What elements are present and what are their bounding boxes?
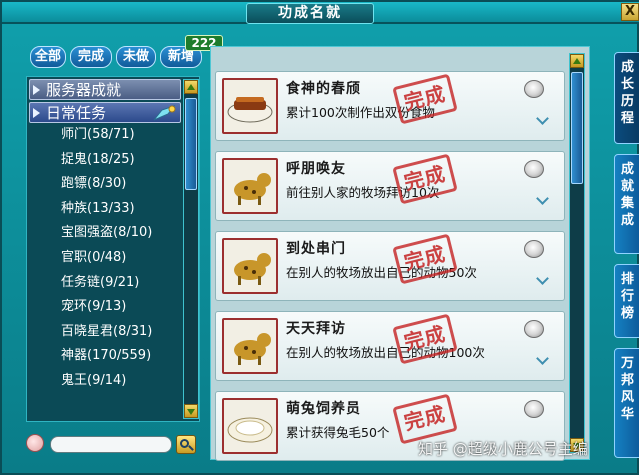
tab-world-showcase[interactable]: 万邦风华 [614,348,639,458]
tree-scrollbar[interactable] [183,79,199,419]
list-item[interactable]: 宝图强盗(8/10) [27,221,183,246]
completed-stamp: 完成 [392,153,458,205]
expand-chevron-icon[interactable] [538,114,548,124]
filter-all-button[interactable]: 全部 [30,46,66,68]
tab-leaderboard[interactable]: 排行榜 [614,264,639,338]
pearl-reward-icon[interactable] [524,320,544,338]
achievement-title: 呼朋唤友 [286,161,346,177]
list-item[interactable]: 任务链(9/21) [27,271,183,296]
completed-stamp: 完成 [392,73,458,125]
expand-chevron-icon[interactable] [538,194,548,204]
category-label: 服务器成就 [46,81,122,99]
peach-icon [26,434,44,452]
close-button[interactable]: X [621,3,639,21]
pearl-reward-icon[interactable] [524,240,544,258]
list-item[interactable]: 宠环(9/13) [27,295,183,320]
dog-pet-icon [222,238,278,294]
search-input[interactable] [50,436,172,453]
tab-growth-history[interactable]: 成长历程 [614,52,639,144]
scroll-down-button[interactable] [184,404,198,418]
list-item[interactable]: 跑镖(8/30) [27,172,183,197]
achievement-card[interactable]: 食神的春颀 累计100次制作出双份食物 完成 [215,71,565,141]
list-item[interactable]: 师门(58/71) [27,123,183,148]
dog-pet-icon [222,318,278,374]
pearl-reward-icon[interactable] [524,80,544,98]
achievement-card[interactable]: 到处串门 在别人的牧场放出自己的动物50次 完成 [215,231,565,301]
expand-chevron-icon[interactable] [538,274,548,284]
category-server-achievements[interactable]: 服务器成就 [29,79,181,100]
watermark-text: 知乎 @超级小鹿公号主编 [418,440,588,458]
category-tree: 服务器成就 日常任务 师门(58/71) 捉鬼(18/25) 跑镖(8/30) … [26,76,200,422]
category-daily-tasks[interactable]: 日常任务 [29,102,181,123]
list-scrollbar[interactable] [569,53,585,453]
pearl-reward-icon[interactable] [524,400,544,418]
category-label: 日常任务 [46,104,107,122]
achievement-title: 萌兔饲养员 [286,401,361,417]
list-item[interactable]: 官职(0/48) [27,246,183,271]
expand-chevron-icon[interactable] [538,354,548,364]
achievement-card[interactable]: 呼朋唤友 前往别人家的牧场拜访10次 完成 [215,151,565,221]
achievement-title: 食神的春颀 [286,81,361,97]
expand-arrow-icon [33,108,40,118]
list-item[interactable]: 种族(13/33) [27,197,183,222]
pearl-reward-icon[interactable] [524,160,544,178]
completed-stamp: 完成 [392,393,458,445]
tab-achievement-collection[interactable]: 成就集成 [614,154,639,254]
up-arrow-icon [573,58,581,64]
achievement-card[interactable]: 天天拜访 在别人的牧场放出自己的动物100次 完成 [215,311,565,381]
filter-undone-button[interactable]: 未做 [116,46,156,68]
rabbit-fur-icon [222,398,278,454]
title-bar: 功成名就 X [2,2,639,24]
dog-pet-icon [222,158,278,214]
expand-arrow-icon [33,85,40,95]
list-item[interactable]: 捉鬼(18/25) [27,148,183,173]
side-tabs: 成长历程 成就集成 排行榜 万邦风华 [614,26,639,475]
scroll-thumb[interactable] [185,98,197,190]
list-item[interactable]: 神器(170/559) [27,344,183,369]
achievement-description: 累计获得兔毛50个 [286,425,390,440]
achievement-list-panel: 食神的春颀 累计100次制作出双份食物 完成 呼朋唤友 前往别人家的牧场拜访10… [210,46,590,461]
list-item[interactable]: 鬼王(9/14) [27,369,183,394]
scroll-thumb[interactable] [571,72,583,184]
filter-done-button[interactable]: 完成 [70,46,112,68]
achievement-title: 到处串门 [286,241,346,257]
search-button[interactable] [176,435,196,454]
achievement-title: 天天拜访 [286,321,346,337]
scroll-up-button[interactable] [184,80,198,94]
down-arrow-icon [187,409,195,415]
achievement-window: 功成名就 X 全部 完成 未做 新增 222 服务器成就 日常任务 师门(58/… [0,0,639,475]
window-title: 功成名就 [246,3,374,24]
feather-quill-icon [153,105,176,121]
list-item[interactable]: 百晓星君(8/31) [27,320,183,345]
up-arrow-icon [187,84,195,90]
cooked-food-icon [222,78,278,134]
scroll-up-button[interactable] [570,54,584,68]
